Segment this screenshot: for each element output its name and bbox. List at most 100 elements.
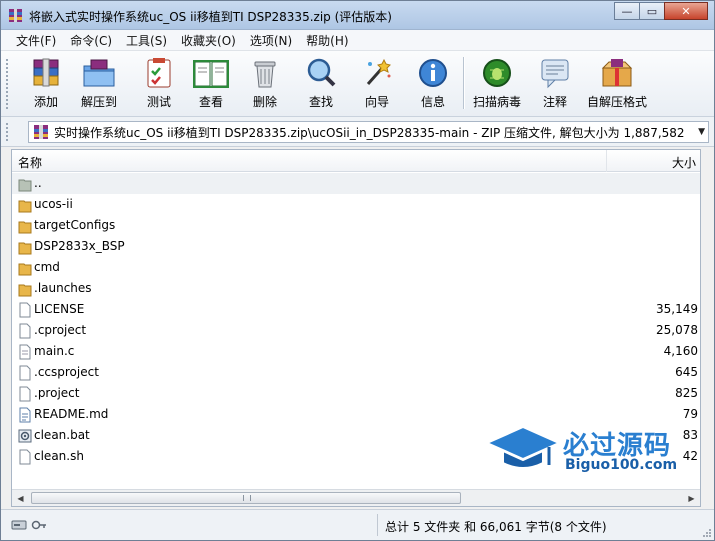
extract-to-icon — [83, 59, 115, 87]
window-title: 将嵌入式实时操作系统uc_OS ii移植到TI DSP28335.zip (评估… — [29, 10, 392, 24]
find-button[interactable]: 查找 — [302, 55, 340, 113]
code-file-icon — [19, 344, 31, 360]
menu-favorites[interactable]: 收藏夹(O) — [174, 32, 243, 49]
address-bar: 实时操作系统uc_OS ii移植到TI DSP28335.zip\ucOSii_… — [1, 117, 714, 147]
list-item-file[interactable]: .ccsproject 645 — [12, 362, 700, 383]
winrar-window: 将嵌入式实时操作系统uc_OS ii移植到TI DSP28335.zip (评估… — [0, 0, 715, 541]
menu-help[interactable]: 帮助(H) — [299, 32, 355, 49]
extract-to-button[interactable]: 解压到 — [80, 55, 118, 113]
column-header: 名称 大小 — [12, 150, 700, 172]
list-item-folder[interactable]: ucos-ii — [12, 194, 700, 215]
folder-icon — [18, 263, 32, 276]
toolbar-grip[interactable] — [6, 59, 10, 109]
item-name: DSP2833x_BSP — [34, 239, 125, 253]
sfx-icon — [601, 59, 633, 87]
drive-icon[interactable] — [11, 518, 27, 532]
info-button[interactable]: 信息 — [414, 55, 452, 113]
winrar-app-icon — [9, 9, 22, 22]
item-name: cmd — [34, 260, 60, 274]
list-item-folder[interactable]: targetConfigs — [12, 215, 700, 236]
test-icon — [147, 58, 171, 88]
list-item-parent[interactable]: .. — [12, 173, 700, 194]
archive-icon — [34, 125, 48, 139]
address-field[interactable]: 实时操作系统uc_OS ii移植到TI DSP28335.zip\ucOSii_… — [28, 121, 709, 143]
folder-icon — [18, 242, 32, 255]
folder-icon — [18, 284, 32, 297]
item-name: .ccsproject — [34, 365, 99, 379]
column-size[interactable]: 大小 — [672, 154, 696, 171]
test-button[interactable]: 测试 — [140, 55, 178, 113]
file-icon — [19, 323, 31, 339]
folder-icon — [18, 221, 32, 234]
info-label: 信息 — [420, 95, 445, 109]
item-name: .cproject — [34, 323, 87, 337]
sfx-button[interactable]: 自解压格式 — [587, 55, 647, 113]
list-item-folder[interactable]: cmd — [12, 257, 700, 278]
column-name[interactable]: 名称 — [18, 154, 42, 171]
item-size: 645 — [675, 365, 698, 379]
window-controls: — ▭ ✕ — [614, 2, 708, 20]
add-button[interactable]: 添加 — [27, 55, 65, 113]
item-size: 79 — [682, 407, 698, 421]
list-item-folder[interactable]: DSP2833x_BSP — [12, 236, 700, 257]
item-size: 825 — [675, 386, 698, 400]
delete-icon — [254, 61, 276, 88]
view-button[interactable]: 查看 — [192, 55, 230, 113]
file-icon — [19, 302, 31, 318]
info-icon — [419, 59, 447, 87]
maximize-button[interactable]: ▭ — [639, 2, 665, 20]
comment-label: 注释 — [542, 95, 567, 109]
toolbar-separator — [463, 57, 464, 109]
list-item-file[interactable]: main.c 4,160 — [12, 341, 700, 362]
menu-bar: 文件(F) 命令(C) 工具(S) 收藏夹(O) 选项(N) 帮助(H) — [1, 30, 714, 51]
toolbar: 添加 解压到 测试 查看 删除 查找 向导 信息 扫描病毒 注释 自解压格式 — [1, 51, 714, 117]
list-item-file[interactable]: .project 825 — [12, 383, 700, 404]
minimize-button[interactable]: — — [614, 2, 640, 20]
wizard-label: 向导 — [364, 95, 389, 109]
list-item-file[interactable]: LICENSE 35,149 — [12, 299, 700, 320]
scroll-right-icon[interactable]: ▶ — [683, 490, 700, 506]
folder-icon — [18, 200, 32, 213]
sfx-label: 自解压格式 — [587, 95, 648, 109]
status-summary: 总计 5 文件夹 和 66,061 字节(8 个文件) — [385, 520, 607, 534]
address-grip[interactable] — [6, 123, 10, 141]
resize-grip-icon[interactable] — [702, 528, 712, 538]
item-name: .launches — [34, 281, 92, 295]
scroll-left-icon[interactable]: ◀ — [12, 490, 29, 506]
watermark: 必过源码 Biguo100.com — [485, 421, 715, 477]
key-icon[interactable] — [31, 518, 47, 532]
list-item-folder[interactable]: .launches — [12, 278, 700, 299]
batch-file-icon — [18, 429, 32, 443]
menu-commands[interactable]: 命令(C) — [63, 32, 119, 49]
title-bar[interactable]: 将嵌入式实时操作系统uc_OS ii移植到TI DSP28335.zip (评估… — [1, 1, 714, 30]
find-icon — [307, 58, 336, 87]
status-divider — [377, 514, 378, 536]
menu-file[interactable]: 文件(F) — [9, 32, 63, 49]
close-button[interactable]: ✕ — [664, 2, 708, 20]
extract-to-label: 解压到 — [80, 95, 117, 109]
delete-button[interactable]: 删除 — [246, 55, 284, 113]
delete-label: 删除 — [252, 95, 277, 109]
virus-scan-button[interactable]: 扫描病毒 — [473, 55, 521, 113]
item-name: README.md — [34, 407, 109, 421]
wizard-icon — [366, 58, 391, 85]
comment-icon — [541, 59, 569, 89]
menu-options[interactable]: 选项(N) — [243, 32, 299, 49]
graduation-cap-icon — [485, 425, 561, 469]
file-icon — [19, 449, 31, 465]
item-size: 4,160 — [663, 344, 698, 358]
column-divider[interactable] — [606, 150, 607, 172]
parent-folder-icon — [18, 179, 32, 192]
item-name: LICENSE — [34, 302, 85, 316]
item-name: main.c — [34, 344, 75, 358]
wizard-button[interactable]: 向导 — [358, 55, 396, 113]
scrollbar-thumb[interactable] — [31, 492, 461, 504]
status-bar: 总计 5 文件夹 和 66,061 字节(8 个文件) — [1, 509, 714, 540]
view-icon — [193, 60, 229, 88]
comment-button[interactable]: 注释 — [536, 55, 574, 113]
address-dropdown-icon[interactable]: ▼ — [698, 127, 705, 137]
item-name: ucos-ii — [34, 197, 73, 211]
horizontal-scrollbar[interactable]: ◀ ▶ — [12, 489, 700, 506]
list-item-file[interactable]: .cproject 25,078 — [12, 320, 700, 341]
menu-tools[interactable]: 工具(S) — [119, 32, 174, 49]
